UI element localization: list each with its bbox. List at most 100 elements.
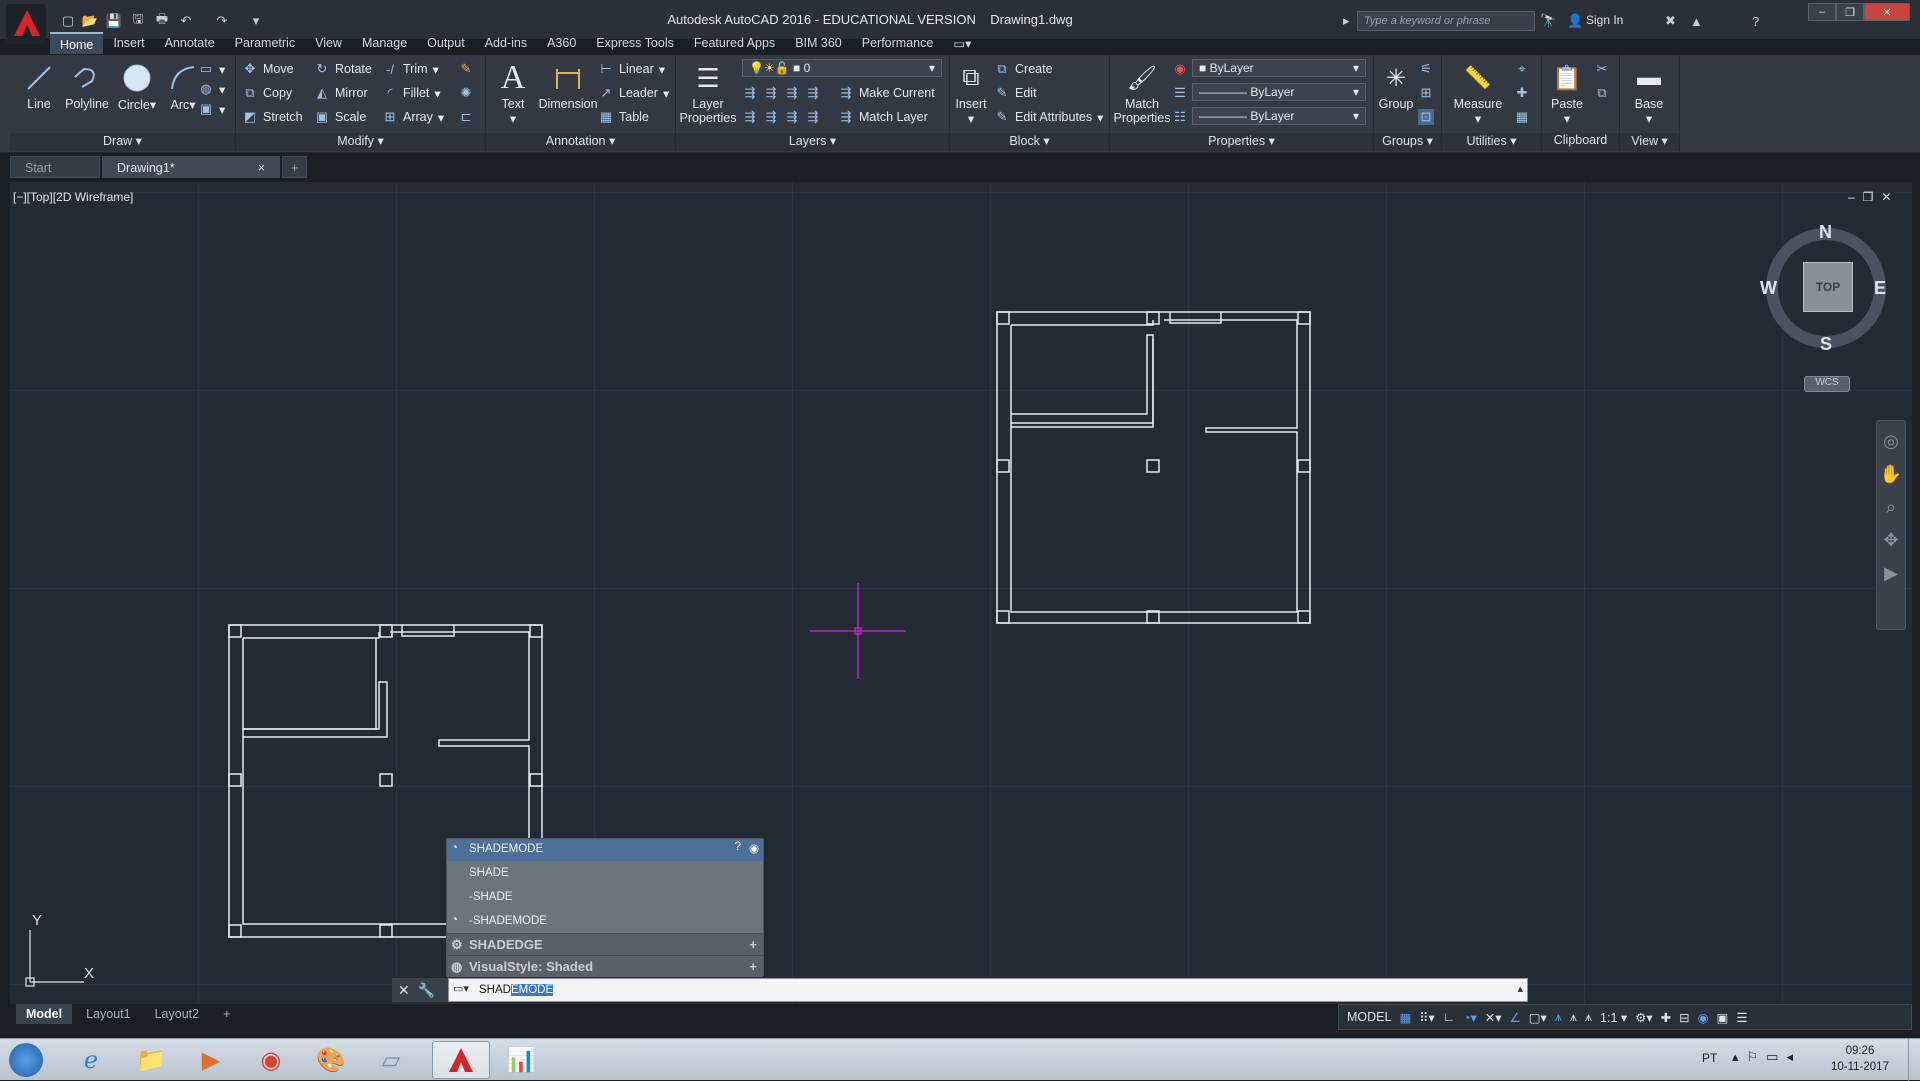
help-icon[interactable]: ? bbox=[1752, 12, 1759, 30]
dimension-button[interactable]: Dimension bbox=[530, 59, 606, 111]
color-dropdown[interactable]: ■ ByLayer ▾ bbox=[1192, 59, 1366, 77]
array-button[interactable]: ⊞ Array ▾ bbox=[382, 107, 445, 127]
layer-tools-row2[interactable]: ⇶ ⇶ ⇶ ⇶ bbox=[742, 107, 821, 127]
auto-scale-icon[interactable]: ⩚ bbox=[1570, 1010, 1577, 1025]
move-button[interactable]: ✥ Move bbox=[242, 59, 294, 79]
edit-block-button[interactable]: ✎ Edit bbox=[994, 83, 1037, 103]
paint-icon[interactable]: 🎨 bbox=[302, 1041, 360, 1079]
group-button[interactable]: ✳ Group bbox=[1374, 59, 1418, 112]
cut-icon[interactable]: ✂ bbox=[1594, 59, 1610, 79]
annotation-scale-icon[interactable]: ⩚ bbox=[1585, 1010, 1592, 1025]
autocomplete-sysvar-shadedge[interactable]: ⚙ SHADEDGE + bbox=[447, 933, 763, 955]
measure-button[interactable]: 📏 Measure ▾ bbox=[1446, 59, 1510, 126]
command-prompt-icon[interactable]: ▭▾ bbox=[453, 982, 469, 995]
match-layer-button[interactable]: ⇶ Match Layer bbox=[838, 107, 928, 127]
group-select-icon[interactable]: ⊡ bbox=[1418, 107, 1434, 127]
autocad-taskbar-icon[interactable] bbox=[432, 1041, 490, 1079]
layer-dropdown[interactable]: 💡☀🔓 ■ 0 ▾ bbox=[742, 59, 942, 77]
redo-icon[interactable]: ↷ bbox=[212, 12, 232, 30]
system-tray-icons[interactable]: ▴⚐▭◂ bbox=[1732, 1049, 1801, 1065]
model-space-toggle[interactable]: MODEL bbox=[1347, 1010, 1391, 1024]
trim-button[interactable]: -/Trim ▾ bbox=[382, 59, 439, 79]
stretch-button[interactable]: ◩ Stretch bbox=[242, 107, 303, 127]
tab-a360[interactable]: A360 bbox=[537, 32, 586, 54]
view-panel-label[interactable]: View ▾ bbox=[1620, 133, 1679, 151]
customize-wrench-icon[interactable]: 🔧 bbox=[418, 982, 435, 999]
annotation-scale-dropdown[interactable]: 1:1 ▾ bbox=[1600, 1010, 1627, 1025]
chrome-icon[interactable]: ◉ bbox=[242, 1041, 300, 1079]
tab-featured-apps[interactable]: Featured Apps bbox=[684, 32, 785, 54]
region-icon[interactable]: ▣ ▾ bbox=[198, 99, 225, 119]
isodraft-icon[interactable]: ✕▾ bbox=[1485, 1010, 1502, 1025]
ungroup-icon[interactable]: ⚟ bbox=[1418, 59, 1434, 79]
binoculars-icon[interactable]: 🔭 bbox=[1540, 12, 1556, 30]
autocomplete-item-shademode[interactable]: ◔ SHADEMODE? ◉ bbox=[447, 839, 763, 861]
tab-home[interactable]: Home bbox=[50, 32, 104, 54]
save-icon[interactable]: 💾 bbox=[104, 12, 124, 30]
layers-panel-label[interactable]: Layers ▾ bbox=[676, 133, 949, 151]
snap-icon[interactable]: ⠿▾ bbox=[1419, 1010, 1434, 1025]
ribbon-toggle-icon[interactable]: ▭▾ bbox=[943, 32, 981, 54]
viewcube-top-face[interactable]: TOP bbox=[1803, 262, 1853, 312]
wcs-menu[interactable]: WCS bbox=[1804, 376, 1850, 392]
command-line-input[interactable]: ▭▾ SHADEMODE ▴ bbox=[448, 978, 1528, 1002]
group-edit-icon[interactable]: ⊞ bbox=[1418, 83, 1434, 103]
new-tab-button[interactable]: + bbox=[282, 156, 308, 178]
polyline-button[interactable]: Polyline bbox=[58, 59, 116, 111]
tab-output[interactable]: Output bbox=[417, 32, 475, 54]
workspace-gear-icon[interactable]: ⚙▾ bbox=[1635, 1010, 1652, 1025]
linetype-dropdown[interactable]: ———— ByLayer ▾ bbox=[1192, 83, 1366, 101]
a360-icon[interactable]: ▲ bbox=[1690, 12, 1703, 30]
autocomplete-item-shade[interactable]: SHADE bbox=[447, 863, 763, 885]
tab-manage[interactable]: Manage bbox=[352, 32, 417, 54]
customization-menu-icon[interactable]: ☰ bbox=[1736, 1010, 1747, 1025]
ortho-icon[interactable]: ∟ bbox=[1443, 1010, 1455, 1024]
save-as-icon[interactable]: 🖫 bbox=[128, 11, 148, 30]
file-explorer-icon[interactable]: 📁 bbox=[122, 1041, 180, 1079]
close-tab-icon[interactable]: × bbox=[258, 161, 265, 175]
tab-layout2[interactable]: Layout2 bbox=[145, 1004, 209, 1024]
clock[interactable]: 09:26 10-11-2017 bbox=[1830, 1043, 1890, 1075]
customize-quick-access-icon[interactable]: ▾ bbox=[246, 12, 266, 30]
modify-panel-label[interactable]: Modify ▾ bbox=[236, 133, 485, 151]
application-menu-button[interactable] bbox=[6, 4, 46, 44]
add-layout-button[interactable]: + bbox=[213, 1004, 240, 1024]
tab-express-tools[interactable]: Express Tools bbox=[586, 32, 684, 54]
tab-model[interactable]: Model bbox=[16, 1004, 73, 1024]
id-point-icon[interactable]: ✚ bbox=[1514, 83, 1530, 103]
tab-parametric[interactable]: Parametric bbox=[225, 32, 305, 54]
compass-south[interactable]: S bbox=[1820, 334, 1832, 355]
match-properties-button[interactable]: 🖌 Match Properties bbox=[1110, 59, 1174, 126]
undo-icon[interactable]: ↶ bbox=[176, 12, 196, 30]
tab-bim-360[interactable]: BIM 360 bbox=[785, 32, 852, 54]
rotate-button[interactable]: ↻ Rotate bbox=[314, 59, 372, 79]
annotation-visibility-icon[interactable]: ⩚ bbox=[1555, 1010, 1562, 1025]
pan-icon[interactable]: ✋ bbox=[1880, 464, 1902, 485]
web-search-icon[interactable]: ◉ bbox=[749, 841, 759, 855]
clipboard-panel-label[interactable]: Clipboard bbox=[1542, 133, 1619, 151]
drawing-tab[interactable]: Drawing1* × bbox=[102, 156, 280, 178]
clean-screen-icon[interactable]: ▣ bbox=[1717, 1010, 1729, 1025]
sign-in-link[interactable]: Sign In bbox=[1586, 13, 1623, 27]
layer-tools-row1[interactable]: ⇶ ⇶ ⇶ ⇶ bbox=[742, 83, 821, 103]
search-input[interactable]: Type a keyword or phrase bbox=[1357, 11, 1535, 31]
annotation-monitor-icon[interactable]: ✚ bbox=[1661, 1010, 1671, 1025]
insert-button[interactable]: ⧉ Insert ▾ bbox=[950, 59, 992, 126]
exchange-apps-icon[interactable]: ✖ bbox=[1665, 12, 1676, 30]
plot-icon[interactable]: 🖶 bbox=[152, 11, 172, 30]
rectangle-icon[interactable]: ▭ ▾ bbox=[198, 59, 225, 79]
block-panel-label[interactable]: Block ▾ bbox=[950, 133, 1109, 151]
close-command-icon[interactable]: ✕ bbox=[398, 982, 410, 999]
open-file-icon[interactable]: 📂 bbox=[80, 12, 100, 30]
project-app-icon[interactable]: 📊 bbox=[492, 1041, 550, 1079]
scale-button[interactable]: ▣ Scale bbox=[314, 107, 366, 127]
object-snap-icon[interactable]: ▢▾ bbox=[1529, 1010, 1547, 1025]
start-button[interactable] bbox=[2, 1041, 50, 1079]
compass-east[interactable]: E bbox=[1874, 278, 1886, 299]
annotation-panel-label[interactable]: Annotation ▾ bbox=[486, 133, 675, 151]
table-button[interactable]: ▦ Table bbox=[598, 107, 649, 127]
erase-icon[interactable]: ✎ bbox=[458, 59, 474, 79]
offset-icon[interactable]: ⊏ bbox=[458, 107, 474, 127]
compass-north[interactable]: N bbox=[1819, 222, 1832, 243]
command-history-icon[interactable]: ▴ bbox=[1517, 982, 1523, 995]
